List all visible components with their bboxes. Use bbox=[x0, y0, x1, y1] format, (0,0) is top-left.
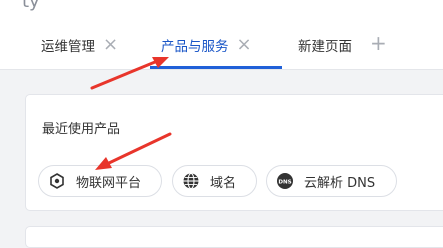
annotation-arrows bbox=[90, 57, 172, 170]
red-arrow-icon bbox=[90, 57, 169, 90]
red-arrow-icon bbox=[95, 132, 172, 170]
